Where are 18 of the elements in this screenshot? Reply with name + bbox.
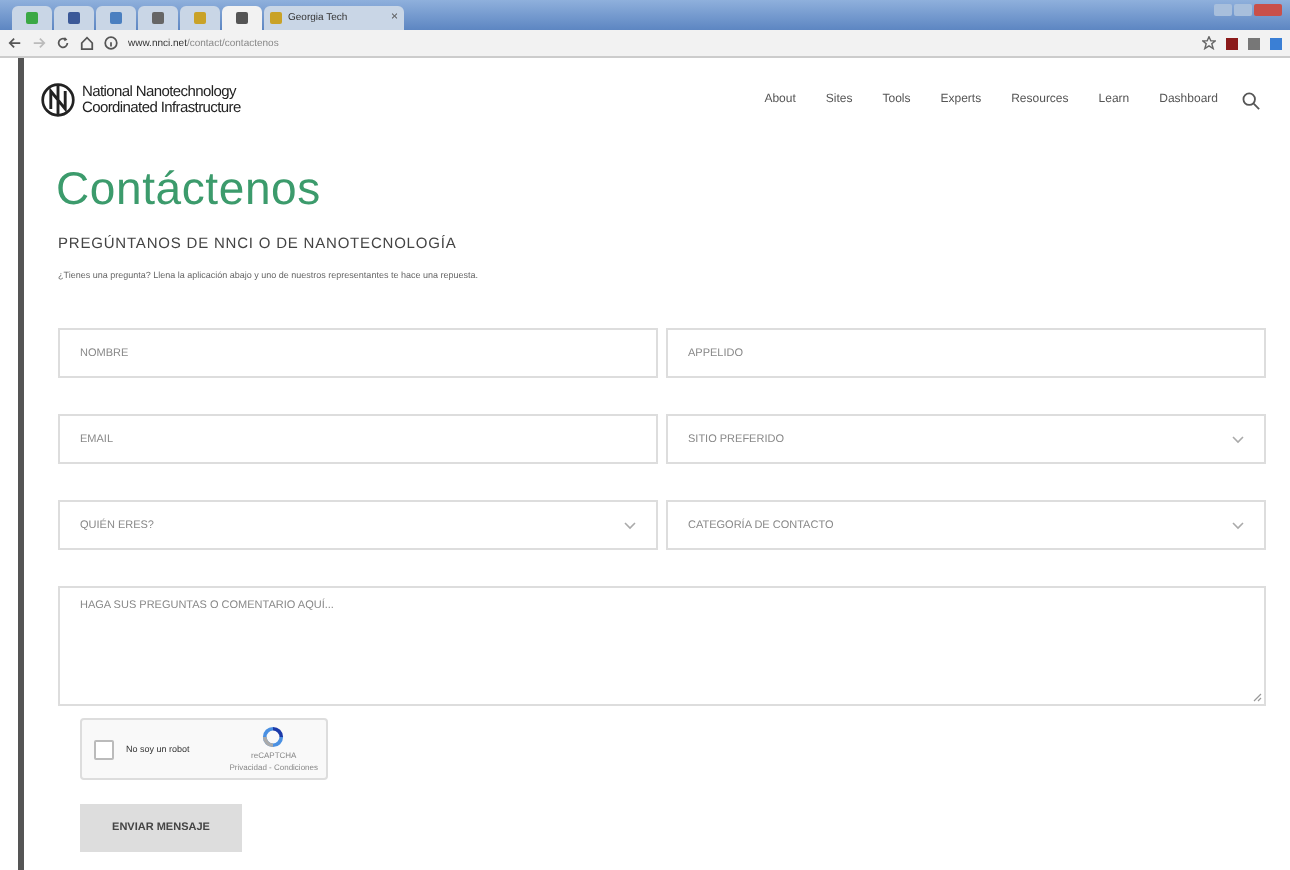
recaptcha-logo-icon: [262, 726, 285, 748]
search-icon[interactable]: [1242, 91, 1260, 109]
chevron-down-icon: [1232, 521, 1244, 529]
home-icon[interactable]: [80, 36, 94, 50]
reload-icon[interactable]: [56, 36, 70, 50]
info-icon: [104, 36, 118, 50]
chevron-down-icon: [1232, 435, 1244, 443]
back-icon[interactable]: [8, 36, 22, 50]
browser-tab[interactable]: [96, 6, 136, 30]
browser-tab[interactable]: [222, 6, 262, 30]
captcha-checkbox[interactable]: [94, 739, 114, 759]
star-icon[interactable]: [1202, 36, 1216, 50]
page-title: Contáctenos: [56, 162, 323, 216]
browser-tab[interactable]: [138, 6, 178, 30]
browser-tab[interactable]: [54, 6, 94, 30]
resize-grip-icon[interactable]: [1252, 692, 1262, 702]
chevron-down-icon: [624, 521, 636, 529]
logo-icon: [40, 82, 76, 118]
